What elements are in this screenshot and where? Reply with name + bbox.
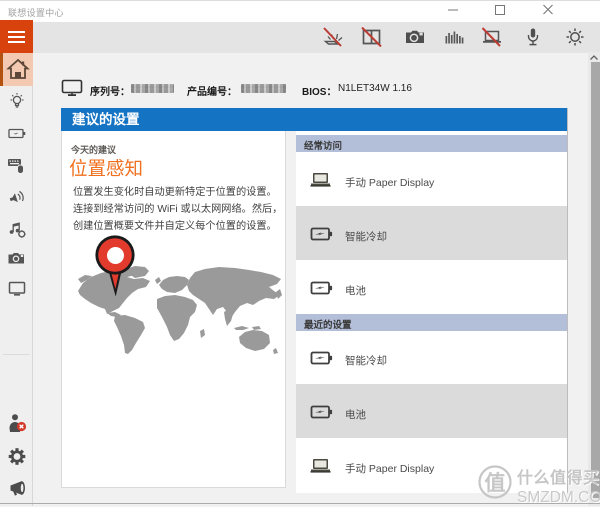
svg-text:值: 值: [485, 471, 506, 495]
